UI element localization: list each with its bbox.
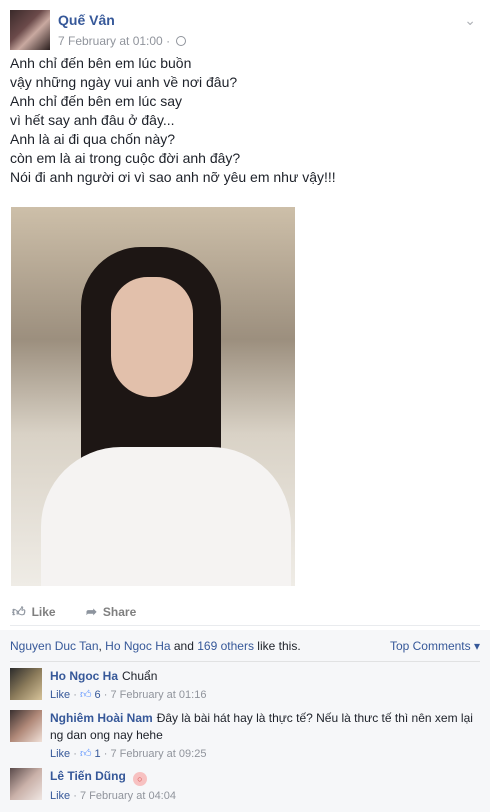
meta-dot: · <box>100 689 111 701</box>
comment-like-link[interactable]: Like <box>50 748 70 760</box>
comments-section: Nguyen Duc Tan, Ho Ngoc Ha and 169 other… <box>0 630 490 812</box>
thumbs-up-icon: 👍︎ <box>12 604 26 619</box>
liker-link[interactable]: Ho Ngoc Ha <box>105 639 170 653</box>
post-line: vì hết say anh đâu ở đây... <box>10 112 175 128</box>
liker-link[interactable]: Nguyen Duc Tan <box>10 639 99 653</box>
commenter-avatar[interactable] <box>10 668 42 700</box>
comment-body: Lê Tiến Dũng ○ Like · 7 February at 04:04 <box>50 768 480 805</box>
share-button[interactable]: ➦ Share <box>86 604 136 620</box>
comment-meta: Like · 👍︎ 6 · 7 February at 01:16 <box>50 687 480 704</box>
comment-time[interactable]: 7 February at 09:25 <box>110 748 206 760</box>
share-arrow-icon: ➦ <box>86 604 97 619</box>
likes-summary: Nguyen Duc Tan, Ho Ngoc Ha and 169 other… <box>10 639 301 653</box>
meta-dot: · <box>166 34 171 48</box>
meta-dot: · <box>70 689 80 701</box>
post-timestamp[interactable]: 7 February at 01:00 <box>58 34 163 48</box>
meta-dot: · <box>100 748 111 760</box>
commenter-name[interactable]: Nghiêm Hoài Nam <box>50 711 153 725</box>
commenter-avatar[interactable] <box>10 710 42 742</box>
others-link[interactable]: 169 others <box>197 639 254 653</box>
post-text: Anh chỉ đến bên em lúc buồn vậy những ng… <box>10 54 480 187</box>
author-avatar[interactable] <box>10 10 50 50</box>
meta-dot: · <box>70 790 80 802</box>
meta-dot: · <box>70 748 80 760</box>
comment-meta: Like · 👍︎ 1 · 7 February at 09:25 <box>50 746 480 763</box>
comment-likes-count[interactable]: 👍︎ 6 <box>80 689 101 701</box>
comment-time[interactable]: 7 February at 04:04 <box>80 790 176 802</box>
thumbs-up-icon: 👍︎ <box>79 748 92 760</box>
photo-face <box>111 277 193 397</box>
comment-body: Ho Ngoc Ha Chuẩn Like · 👍︎ 6 · 7 February… <box>50 668 480 704</box>
commenter-avatar[interactable] <box>10 768 42 800</box>
like-button[interactable]: 👍︎ Like <box>12 604 56 620</box>
likes-tail: like this. <box>253 639 301 653</box>
post-line: Anh chỉ đến bên em lúc buồn <box>10 55 192 71</box>
post-meta: 7 February at 01:00 · <box>58 34 187 48</box>
comment-meta: Like · 7 February at 04:04 <box>50 788 480 805</box>
commenter-name[interactable]: Lê Tiến Dũng <box>50 769 126 783</box>
post-line: Nói đi anh người ơi vì sao anh nỡ yêu em… <box>10 169 336 185</box>
commenter-name[interactable]: Ho Ngoc Ha <box>50 669 118 683</box>
photo-shirt <box>41 447 291 586</box>
divider <box>10 661 480 662</box>
share-label: Share <box>102 605 137 619</box>
comment-text: Chuẩn <box>122 669 158 683</box>
globe-icon <box>176 36 187 46</box>
post-photo[interactable] <box>11 207 295 586</box>
post-actions: 👍︎ Like ➦ Share <box>10 600 480 626</box>
thumbs-up-icon: 👍︎ <box>79 689 92 701</box>
chevron-down-icon[interactable]: ⌄ <box>464 12 476 29</box>
like-label: Like <box>31 605 56 619</box>
post-line: Anh chỉ đến bên em lúc say <box>10 93 182 109</box>
comment-likes-count[interactable]: 👍︎ 1 <box>80 748 101 760</box>
post-line: vậy những ngày vui anh về nơi đâu? <box>10 74 238 90</box>
author-name[interactable]: Quế Vân <box>58 12 115 28</box>
post-line: Anh là ai đi qua chốn này? <box>10 131 176 147</box>
likes-and: and <box>170 639 198 653</box>
comment-like-link[interactable]: Like <box>50 790 70 802</box>
top-comments-dropdown[interactable]: Top Comments ▾ <box>390 639 480 653</box>
sticker-icon: ○ <box>132 772 147 786</box>
comment-time[interactable]: 7 February at 01:16 <box>110 689 206 701</box>
post-header: Quế Vân 7 February at 01:00 · ⌄ <box>10 10 480 52</box>
comment-body: Nghiêm Hoài Nam Đây là bài hát hay là thự… <box>50 710 480 763</box>
post-line: còn em là ai trong cuộc đời anh đây? <box>10 150 241 166</box>
comment-like-link[interactable]: Like <box>50 689 70 701</box>
